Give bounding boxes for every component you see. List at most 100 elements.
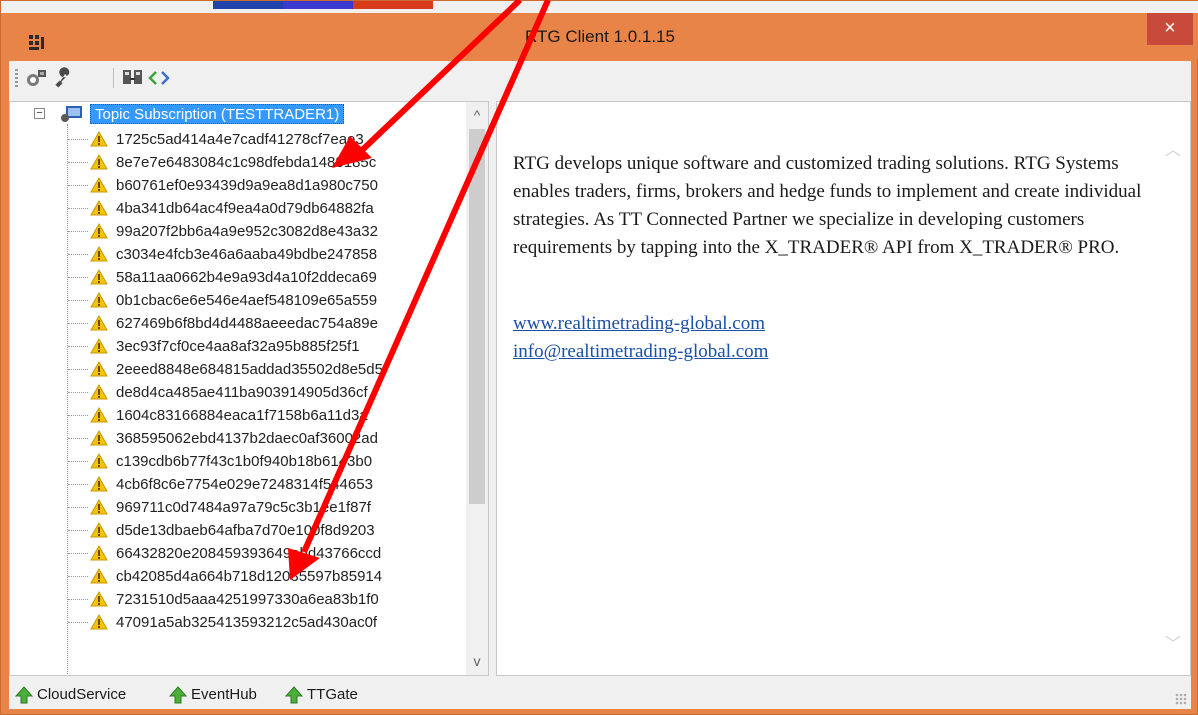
- contact-links: www.realtimetrading-global.com info@real…: [513, 310, 1153, 366]
- tree-item[interactable]: cb42085d4a664b718d12035597b85914: [10, 565, 460, 588]
- tree-item-label: 58a11aa0662b4e9a93d4a10f2ddeca69: [116, 269, 377, 286]
- toolbar-separator: [113, 68, 114, 88]
- background-window-strip: [1, 1, 1198, 13]
- tree-item[interactable]: 0b1cbac6e6e546e4aef548109e65a559: [10, 289, 460, 312]
- tree-item[interactable]: 47091a5ab325413593212c5ad430ac0f: [10, 611, 460, 634]
- tree-item[interactable]: 99a207f2bb6a4a9e952c3082d8e43a32: [10, 220, 460, 243]
- tree-item[interactable]: 1725c5ad414a4e7cadf41278cf7eae3: [10, 128, 460, 151]
- tree-item[interactable]: 3ec93f7cf0ce4aa8af32a95b885f25f1: [10, 335, 460, 358]
- tree-item[interactable]: c3034e4fcb3e46a6aaba49bdbe247858: [10, 243, 460, 266]
- background-block: [283, 1, 353, 9]
- warning-icon: [90, 614, 108, 630]
- tree-connector: [68, 438, 88, 439]
- server-icon: [58, 105, 84, 123]
- toolbar: [9, 61, 1191, 97]
- tree-item-label: 969711c0d7484a97a79c5c3b1ee1f87f: [116, 499, 371, 516]
- tree-item[interactable]: 4cb6f8c6e7754e029e7248314f544653: [10, 473, 460, 496]
- warning-icon: [90, 591, 108, 607]
- tree-item-label: b60761ef0e93439d9a9ea8d1a980c750: [116, 177, 378, 194]
- tree-item[interactable]: 8e7e7e6483084c1c98dfebda1488185c: [10, 151, 460, 174]
- warning-icon: [90, 499, 108, 515]
- tree-item-label: 368595062ebd4137b2daec0af36002ad: [116, 430, 378, 447]
- wrench-icon[interactable]: [53, 67, 77, 89]
- tree-scrollbar[interactable]: ^ v: [466, 102, 488, 675]
- company-description: RTG develops unique software and customi…: [513, 153, 1142, 258]
- code-icon[interactable]: [147, 67, 171, 89]
- warning-icon: [90, 476, 108, 492]
- warning-icon: [90, 568, 108, 584]
- website-link[interactable]: www.realtimetrading-global.com: [513, 310, 1153, 338]
- tree-item[interactable]: 368595062ebd4137b2daec0af36002ad: [10, 427, 460, 450]
- toolbar-grip-icon[interactable]: [15, 69, 18, 87]
- tree-item[interactable]: 7231510d5aaa4251997330a6ea83b1f0: [10, 588, 460, 611]
- tree-connector: [68, 530, 88, 531]
- tree-item-label: 8e7e7e6483084c1c98dfebda1488185c: [116, 154, 377, 171]
- tree-item[interactable]: 627469b6f8bd4d4488aeeedac754a89e: [10, 312, 460, 335]
- tree-item[interactable]: c139cdb6b77f43c1b0f940b18b6143b0: [10, 450, 460, 473]
- tree-item[interactable]: 2eeed8848e684815addad35502d8e5d5: [10, 358, 460, 381]
- warning-icon: [90, 453, 108, 469]
- topic-tree[interactable]: − Topic Subscription (TESTTRADER1) 1725c…: [9, 101, 489, 676]
- scroll-thumb[interactable]: [469, 129, 485, 504]
- status-label: TTGate: [307, 686, 358, 703]
- tree-item-label: 47091a5ab325413593212c5ad430ac0f: [116, 614, 378, 631]
- resize-grip-icon[interactable]: [1175, 693, 1187, 705]
- tree-item-label: de8d4ca485ae411ba903914905d36cf: [116, 384, 368, 401]
- tree-item[interactable]: 66432820e208459393649ebd43766ccd: [10, 542, 460, 565]
- tree-item-label: d5de13dbaeb64afba7d70e100f8d9203: [116, 522, 375, 539]
- tree-connector: [68, 300, 88, 301]
- tree-connector: [68, 231, 88, 232]
- warning-icon: [90, 154, 108, 170]
- window-title: RTG Client 1.0.1.15: [525, 27, 675, 46]
- tree-item[interactable]: b60761ef0e93439d9a9ea8d1a980c750: [10, 174, 460, 197]
- tree-connector: [68, 461, 88, 462]
- tree-item[interactable]: 58a11aa0662b4e9a93d4a10f2ddeca69: [10, 266, 460, 289]
- tree-item[interactable]: 1604c83166884eaca1f7158b6a11d3a: [10, 404, 460, 427]
- info-scroll-up-icon[interactable]: ︿: [1165, 136, 1181, 160]
- warning-icon: [90, 200, 108, 216]
- tree-item-label: 0b1cbac6e6e546e4aef548109e65a559: [116, 292, 378, 309]
- tree-item-label: c139cdb6b77f43c1b0f940b18b6143b0: [116, 453, 373, 470]
- tree-item-label: 4ba341db64ac4f9ea4a0d79db64882fa: [116, 200, 374, 217]
- warning-icon: [90, 269, 108, 285]
- tree-item[interactable]: d5de13dbaeb64afba7d70e100f8d9203: [10, 519, 460, 542]
- title-bar[interactable]: RTG Client 1.0.1.15 ×: [1, 13, 1198, 59]
- tree-connector: [68, 254, 88, 255]
- warning-icon: [90, 246, 108, 262]
- close-button[interactable]: ×: [1147, 13, 1193, 45]
- tree-connector: [68, 576, 88, 577]
- info-scroll-down-icon[interactable]: ﹀: [1165, 630, 1181, 654]
- collapse-icon[interactable]: −: [34, 108, 45, 119]
- warning-icon: [90, 384, 108, 400]
- tree-connector: [68, 139, 88, 140]
- status-bar: CloudService EventHub TTGate: [9, 681, 1191, 709]
- tree-item-label: 2eeed8848e684815addad35502d8e5d5: [116, 361, 383, 378]
- tree-connector: [68, 622, 88, 623]
- tree-connector: [68, 369, 88, 370]
- tree-item[interactable]: de8d4ca485ae411ba903914905d36cf: [10, 381, 460, 404]
- scroll-up-arrow-icon[interactable]: ^: [466, 104, 488, 126]
- email-link[interactable]: info@realtimetrading-global.com: [513, 338, 1153, 366]
- up-arrow-icon: [15, 686, 33, 704]
- tree-connector: [68, 162, 88, 163]
- tree-item-label: 4cb6f8c6e7754e029e7248314f544653: [116, 476, 373, 493]
- tree-item[interactable]: 4ba341db64ac4f9ea4a0d79db64882fa: [10, 197, 460, 220]
- warning-icon: [90, 522, 108, 538]
- tree-root[interactable]: − Topic Subscription (TESTTRADER1): [10, 102, 470, 126]
- tree-item[interactable]: 969711c0d7484a97a79c5c3b1ee1f87f: [10, 496, 460, 519]
- scroll-down-arrow-icon[interactable]: v: [466, 650, 488, 672]
- tree-connector: [68, 415, 88, 416]
- warning-icon: [90, 361, 108, 377]
- tree-connector: [68, 484, 88, 485]
- connect-icon[interactable]: [121, 67, 145, 89]
- tree-connector: [68, 553, 88, 554]
- background-block: [353, 1, 433, 9]
- tree-connector: [68, 346, 88, 347]
- tree-root-label[interactable]: Topic Subscription (TESTTRADER1): [90, 104, 345, 124]
- tree-item-label: 7231510d5aaa4251997330a6ea83b1f0: [116, 591, 379, 608]
- network-icon[interactable]: [25, 67, 49, 89]
- up-arrow-icon: [169, 686, 187, 704]
- tree-item-label: 3ec93f7cf0ce4aa8af32a95b885f25f1: [116, 338, 360, 355]
- info-panel: RTG develops unique software and customi…: [496, 101, 1191, 676]
- tree-item-label: 66432820e208459393649ebd43766ccd: [116, 545, 382, 562]
